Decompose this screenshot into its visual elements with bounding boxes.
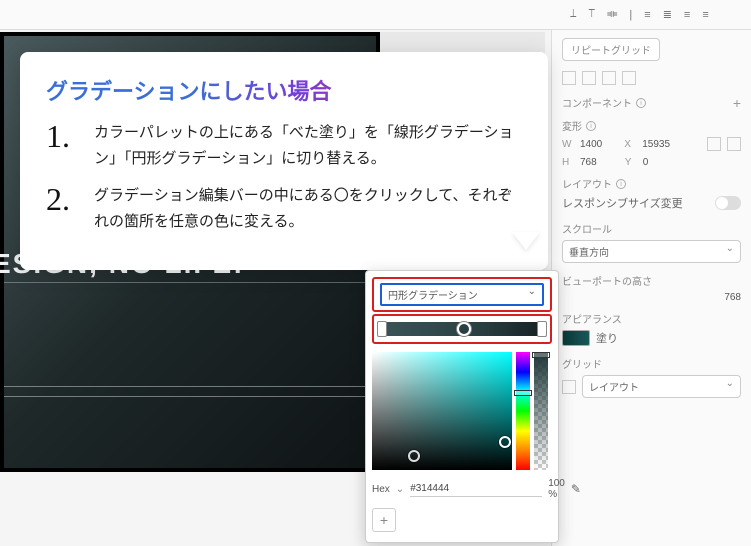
- gradient-track[interactable]: [380, 322, 544, 336]
- component-section-label: コンポーネントi +: [562, 95, 741, 110]
- boolean-intersect-icon[interactable]: [602, 71, 616, 85]
- w-label: W: [562, 139, 574, 150]
- color-picker: 円形グラデーション Hex ⌄ 100 % ✎ +: [365, 270, 559, 543]
- hex-label: Hex: [372, 484, 390, 495]
- alpha-slider[interactable]: [534, 352, 548, 470]
- appearance-section-label: アピアランス: [562, 311, 741, 326]
- instruction-callout: グラデーションにしたい場合 1. カラーパレットの上にある「べた塗り」を「線形グ…: [20, 52, 548, 270]
- x-field[interactable]: 15935: [642, 139, 670, 150]
- color-field[interactable]: [372, 352, 512, 470]
- grid-checkbox[interactable]: [562, 380, 576, 394]
- callout-step: 2. グラデーション編集バーの中にある〇をクリックして、それぞれの箇所を任意の色…: [46, 183, 522, 234]
- chevron-down-icon[interactable]: ⌄: [396, 484, 404, 495]
- height-field[interactable]: 768: [580, 157, 597, 168]
- info-icon[interactable]: i: [616, 179, 626, 189]
- repeat-grid-button[interactable]: リピートグリッド: [562, 38, 660, 61]
- boolean-exclude-icon[interactable]: [622, 71, 636, 85]
- guide-line: [4, 282, 376, 283]
- viewport-field[interactable]: 768: [724, 292, 741, 303]
- hue-handle[interactable]: [514, 390, 532, 396]
- eyedropper-icon[interactable]: ✎: [571, 482, 581, 496]
- y-field[interactable]: 0: [643, 157, 649, 168]
- gradient-stop[interactable]: [457, 322, 471, 336]
- fill-type-highlight: 円形グラデーション: [372, 277, 552, 312]
- width-field[interactable]: 1400: [580, 139, 602, 150]
- grid-dropdown[interactable]: レイアウト: [582, 375, 741, 398]
- guide-line: [4, 396, 376, 397]
- callout-step: 1. カラーパレットの上にある「べた塗り」を「線形グラデーション」「円形グラデー…: [46, 120, 522, 171]
- align-right-icon[interactable]: ≡: [684, 9, 690, 21]
- transform-section-label: 変形i: [562, 118, 741, 133]
- grid-section-label: グリッド: [562, 356, 741, 371]
- color-selector-ring[interactable]: [499, 436, 511, 448]
- align-center-icon[interactable]: ≣: [663, 8, 672, 21]
- distribute-icon[interactable]: ≡: [702, 9, 708, 21]
- fill-type-dropdown[interactable]: 円形グラデーション: [380, 283, 544, 306]
- callout-title: グラデーションにしたい場合: [46, 74, 522, 106]
- flip-icon[interactable]: [727, 137, 741, 151]
- info-icon[interactable]: i: [636, 98, 646, 108]
- align-top-icon[interactable]: ⟘: [570, 8, 577, 21]
- fill-swatch[interactable]: [562, 330, 590, 346]
- gradient-stop[interactable]: [537, 321, 547, 337]
- orientation-icon[interactable]: [707, 137, 721, 151]
- step-number: 1.: [46, 120, 82, 171]
- add-component-icon[interactable]: +: [733, 95, 741, 111]
- h-label: H: [562, 157, 574, 168]
- info-icon[interactable]: i: [586, 121, 596, 131]
- alignment-toolbar: ⟘ ⟙ ⟚ | ≡ ≣ ≡ ≡: [0, 0, 751, 30]
- viewport-label: ビューポートの高さ: [562, 273, 741, 288]
- opacity-field[interactable]: 100 %: [548, 478, 565, 500]
- step-number: 2.: [46, 183, 82, 234]
- properties-panel: リピートグリッド コンポーネントi + 変形i W 1400 X 15935 H…: [551, 30, 751, 546]
- x-label: X: [624, 139, 636, 150]
- responsive-toggle[interactable]: [715, 196, 741, 210]
- hue-slider[interactable]: [516, 352, 530, 470]
- align-left-icon[interactable]: ≡: [644, 9, 650, 21]
- layout-section-label: レイアウトi: [562, 176, 741, 191]
- callout-tail-icon: [512, 232, 540, 250]
- y-label: Y: [625, 157, 637, 168]
- alpha-handle[interactable]: [532, 352, 550, 358]
- fill-label: 塗り: [596, 330, 618, 346]
- gradient-bar-highlight: [372, 314, 552, 344]
- step-text: カラーパレットの上にある「べた塗り」を「線形グラデーション」「円形グラデーション…: [94, 120, 522, 171]
- step-text: グラデーション編集バーの中にある〇をクリックして、それぞれの箇所を任意の色に変え…: [94, 183, 522, 234]
- boolean-add-icon[interactable]: [562, 71, 576, 85]
- divider-icon: |: [629, 9, 632, 21]
- color-selector-ring[interactable]: [408, 450, 420, 462]
- align-middle-icon[interactable]: ⟙: [589, 8, 596, 21]
- scroll-section-label: スクロール: [562, 221, 741, 236]
- scroll-dropdown[interactable]: 垂直方向: [562, 240, 741, 263]
- guide-line: [4, 386, 376, 387]
- align-bottom-icon[interactable]: ⟚: [607, 8, 617, 21]
- gradient-stop[interactable]: [377, 321, 387, 337]
- boolean-subtract-icon[interactable]: [582, 71, 596, 85]
- responsive-label: レスポンシブサイズ変更: [562, 195, 683, 211]
- add-swatch-button[interactable]: +: [372, 508, 396, 532]
- hex-input[interactable]: [410, 481, 542, 497]
